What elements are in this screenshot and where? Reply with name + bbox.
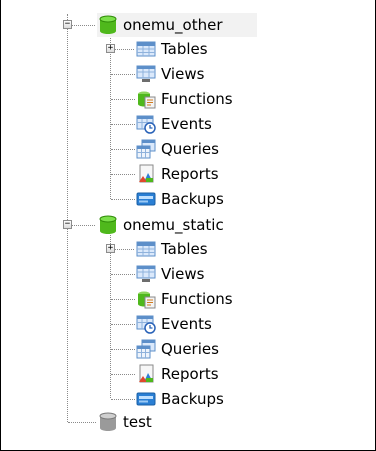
tree-connector [111,149,135,150]
object-tree: − onemu_other + Tables Views Functions E… [1,0,376,451]
tree-item-label: Events [161,115,212,133]
tree-connector [68,422,96,423]
tree-item-label: Queries [161,140,219,158]
tree-panel: − onemu_other + Tables Views Functions E… [0,0,376,451]
tree-item-label: Views [161,65,205,83]
tree-item-backups[interactable]: Backups [135,187,224,211]
function-icon [135,288,157,310]
tree-connector [111,74,135,75]
tree-connector [71,225,95,226]
tree-item-events[interactable]: Events [135,312,212,336]
event-icon [135,313,157,335]
tree-item-label: Functions [161,290,233,308]
table-icon [135,238,157,260]
tree-item-functions[interactable]: Functions [135,287,233,311]
view-icon [135,263,157,285]
tree-item-label: Events [161,315,212,333]
tree-connector [114,49,134,50]
tree-item-tables[interactable]: Tables [135,237,208,261]
tree-connector [114,249,134,250]
view-icon [135,63,157,85]
tree-item-label: test [123,413,152,431]
event-icon [135,113,157,135]
tree-connector [111,274,135,275]
report-icon [135,163,157,185]
tree-item-label: Tables [161,40,208,58]
tree-connector [111,324,135,325]
tree-connector [111,299,135,300]
report-icon [135,363,157,385]
table-icon [135,38,157,60]
tree-item-db-onemu-other[interactable]: onemu_other [97,13,257,37]
tree-item-label: Views [161,265,205,283]
tree-connector [111,124,135,125]
database-green-icon [97,214,119,236]
tree-item-functions[interactable]: Functions [135,87,233,111]
tree-connector [111,399,135,400]
tree-item-label: onemu_other [123,16,223,34]
tree-item-views[interactable]: Views [135,262,204,286]
tree-item-label: Queries [161,340,219,358]
tree-item-label: Functions [161,90,233,108]
collapse-toggle[interactable]: − [63,220,72,229]
tree-item-queries[interactable]: Queries [135,137,219,161]
tree-item-reports[interactable]: Reports [135,162,219,186]
expand-toggle[interactable]: + [106,44,115,53]
tree-connector [111,349,135,350]
tree-item-label: onemu_static [123,216,224,234]
tree-connector [71,25,95,26]
function-icon [135,88,157,110]
query-icon [135,338,157,360]
tree-item-backups[interactable]: Backups [135,387,224,411]
backup-icon [135,188,157,210]
tree-item-label: Backups [161,390,224,408]
tree-connector [111,374,135,375]
query-icon [135,138,157,160]
tree-item-label: Tables [161,240,208,258]
tree-item-reports[interactable]: Reports [135,362,219,386]
tree-item-db-onemu-static[interactable]: onemu_static [97,213,224,237]
backup-icon [135,388,157,410]
tree-item-label: Backups [161,190,224,208]
database-gray-icon [97,411,119,433]
database-green-icon [97,14,119,36]
tree-connector [111,99,135,100]
tree-connector [111,174,135,175]
tree-item-views[interactable]: Views [135,62,204,86]
expand-toggle[interactable]: + [106,244,115,253]
collapse-toggle[interactable]: − [63,20,72,29]
tree-connector [111,199,135,200]
tree-guide-root [67,14,68,422]
tree-item-tables[interactable]: Tables [135,37,208,61]
tree-item-label: Reports [161,165,219,183]
tree-item-events[interactable]: Events [135,112,212,136]
tree-item-label: Reports [161,365,219,383]
tree-item-db-test[interactable]: test [97,410,152,434]
tree-item-queries[interactable]: Queries [135,337,219,361]
